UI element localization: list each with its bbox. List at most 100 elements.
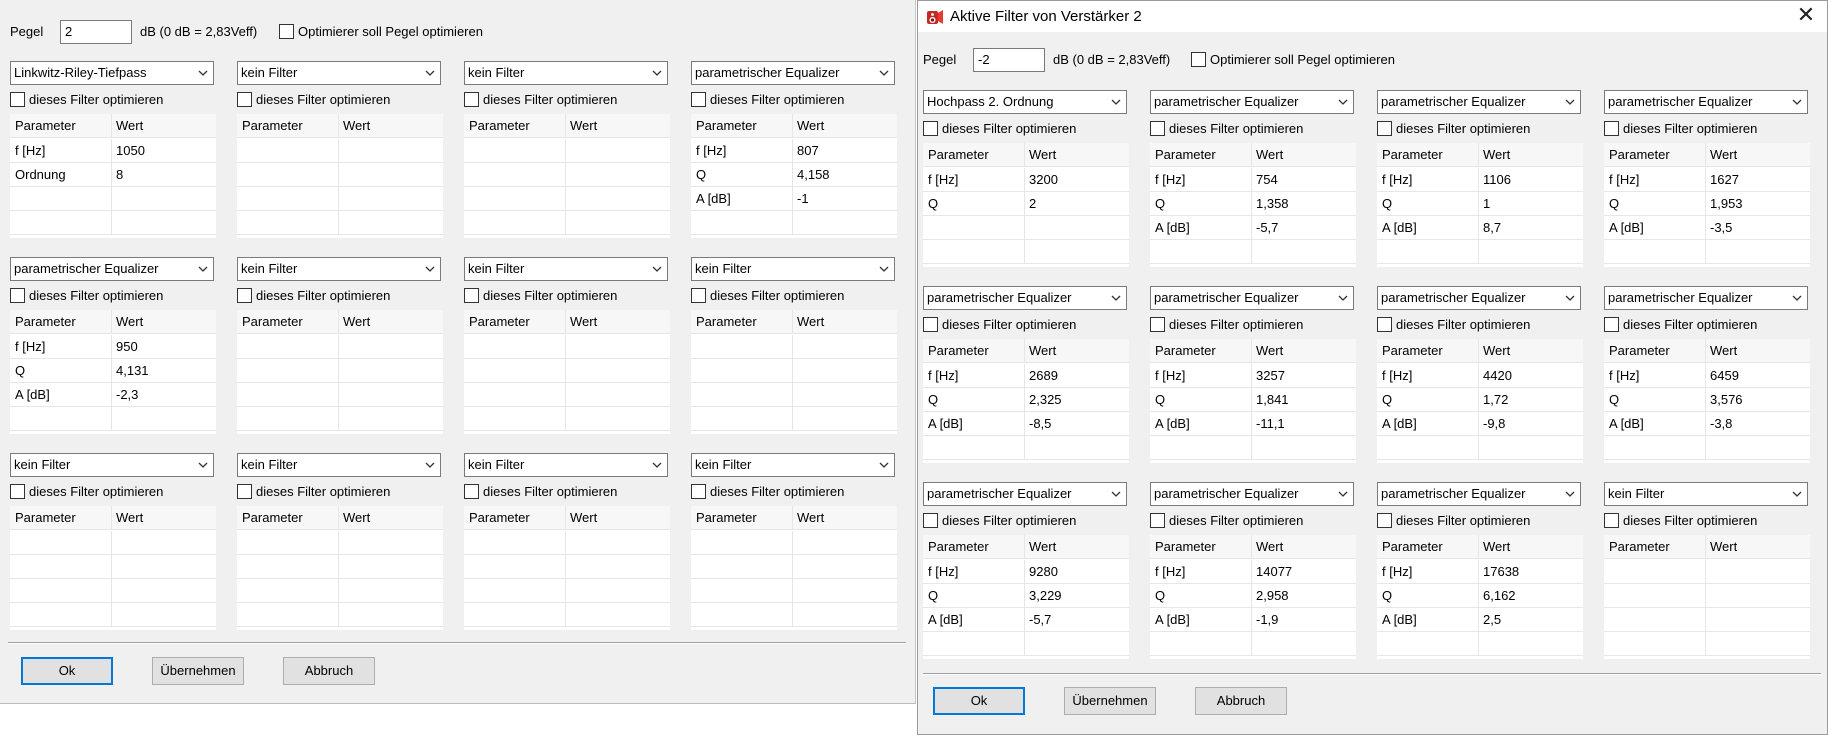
table-row[interactable]: f [Hz] 950 bbox=[10, 335, 216, 359]
table-row[interactable]: Q 1,358 bbox=[1150, 192, 1356, 216]
table-row[interactable]: Q 1,841 bbox=[1150, 388, 1356, 412]
table-row[interactable]: A [dB] -1 bbox=[691, 187, 897, 211]
filter-type-select[interactable]: parametrischer Equalizer bbox=[1150, 482, 1354, 506]
value-cell[interactable] bbox=[339, 555, 443, 579]
optimize-filter-checkbox[interactable] bbox=[464, 92, 479, 107]
table-row[interactable]: Q1 bbox=[1377, 192, 1583, 216]
table-row[interactable]: A [dB] -5,7 bbox=[923, 608, 1129, 632]
filter-type-select[interactable]: kein Filter bbox=[10, 453, 214, 477]
table-row[interactable] bbox=[10, 531, 216, 555]
cancel-button[interactable]: Abbruch bbox=[283, 657, 375, 685]
filter-type-select[interactable]: kein Filter bbox=[237, 61, 441, 85]
optimize-filter-checkbox[interactable] bbox=[1150, 513, 1165, 528]
table-row[interactable] bbox=[237, 531, 443, 555]
value-cell[interactable] bbox=[339, 531, 443, 555]
value-cell[interactable]: -8,5 bbox=[1025, 412, 1129, 436]
table-row[interactable] bbox=[691, 407, 897, 431]
optimize-filter-checkbox[interactable] bbox=[1604, 317, 1619, 332]
table-row[interactable] bbox=[10, 187, 216, 211]
optimize-filter-checkbox[interactable] bbox=[10, 288, 25, 303]
value-cell[interactable]: 2,325 bbox=[1025, 388, 1129, 412]
value-cell[interactable]: 17638 bbox=[1479, 560, 1583, 584]
value-cell[interactable]: 1,953 bbox=[1706, 192, 1810, 216]
value-cell[interactable]: 2,5 bbox=[1479, 608, 1583, 632]
filter-type-select[interactable]: Hochpass 2. Ordnung bbox=[923, 90, 1127, 114]
value-cell[interactable] bbox=[1252, 436, 1356, 460]
table-row[interactable]: Ordnung 8 bbox=[10, 163, 216, 187]
table-row[interactable] bbox=[237, 383, 443, 407]
table-row[interactable] bbox=[10, 211, 216, 235]
value-cell[interactable] bbox=[1706, 584, 1810, 608]
table-row[interactable]: f [Hz] 17638 bbox=[1377, 560, 1583, 584]
value-cell[interactable] bbox=[793, 555, 897, 579]
table-row[interactable] bbox=[691, 211, 897, 235]
value-cell[interactable] bbox=[1706, 240, 1810, 264]
filter-type-select[interactable]: parametrischer Equalizer bbox=[10, 257, 214, 281]
table-row[interactable] bbox=[10, 579, 216, 603]
table-row[interactable]: f [Hz] 807 bbox=[691, 139, 897, 163]
table-row[interactable] bbox=[1150, 240, 1356, 264]
filter-type-select[interactable]: kein Filter bbox=[464, 453, 668, 477]
title-bar[interactable]: Aktive Filter von Verstärker 2 ✕ bbox=[918, 1, 1827, 32]
value-cell[interactable] bbox=[566, 407, 670, 431]
value-cell[interactable] bbox=[1479, 632, 1583, 656]
value-cell[interactable]: 9280 bbox=[1025, 560, 1129, 584]
table-row[interactable]: f [Hz] 4420 bbox=[1377, 364, 1583, 388]
table-row[interactable] bbox=[691, 603, 897, 627]
value-cell[interactable]: 754 bbox=[1252, 168, 1356, 192]
value-cell[interactable] bbox=[339, 335, 443, 359]
pegel-input[interactable]: -2 bbox=[973, 48, 1045, 72]
ok-button[interactable]: Ok bbox=[21, 657, 113, 685]
value-cell[interactable]: 950 bbox=[112, 335, 216, 359]
table-row[interactable] bbox=[10, 407, 216, 431]
table-row[interactable]: A [dB] -3,5 bbox=[1604, 216, 1810, 240]
value-cell[interactable] bbox=[566, 579, 670, 603]
table-row[interactable]: f [Hz] 754 bbox=[1150, 168, 1356, 192]
table-row[interactable] bbox=[237, 603, 443, 627]
table-row[interactable] bbox=[923, 632, 1129, 656]
value-cell[interactable] bbox=[1706, 608, 1810, 632]
optimize-filter-checkbox[interactable] bbox=[1150, 317, 1165, 332]
table-row[interactable] bbox=[1377, 436, 1583, 460]
ok-button[interactable]: Ok bbox=[933, 687, 1025, 715]
table-row[interactable] bbox=[464, 531, 670, 555]
table-row[interactable] bbox=[237, 211, 443, 235]
value-cell[interactable] bbox=[566, 383, 670, 407]
optimize-filter-checkbox[interactable] bbox=[923, 317, 938, 332]
value-cell[interactable]: 2,958 bbox=[1252, 584, 1356, 608]
value-cell[interactable]: 3257 bbox=[1252, 364, 1356, 388]
table-row[interactable] bbox=[1604, 632, 1810, 656]
filter-type-select[interactable]: kein Filter bbox=[1604, 482, 1808, 506]
value-cell[interactable] bbox=[566, 139, 670, 163]
table-row[interactable]: Q 2,325 bbox=[923, 388, 1129, 412]
table-row[interactable] bbox=[923, 436, 1129, 460]
value-cell[interactable] bbox=[1025, 240, 1129, 264]
table-row[interactable] bbox=[237, 555, 443, 579]
value-cell[interactable] bbox=[793, 531, 897, 555]
table-row[interactable] bbox=[1377, 632, 1583, 656]
value-cell[interactable] bbox=[112, 407, 216, 431]
table-row[interactable]: A [dB] -1,9 bbox=[1150, 608, 1356, 632]
table-row[interactable]: A [dB] -8,5 bbox=[923, 412, 1129, 436]
value-cell[interactable] bbox=[339, 579, 443, 603]
value-cell[interactable] bbox=[339, 359, 443, 383]
value-cell[interactable]: 4,158 bbox=[793, 163, 897, 187]
value-cell[interactable] bbox=[566, 359, 670, 383]
value-cell[interactable] bbox=[1706, 632, 1810, 656]
filter-type-select[interactable]: parametrischer Equalizer bbox=[1377, 482, 1581, 506]
value-cell[interactable]: -3,5 bbox=[1706, 216, 1810, 240]
table-row[interactable] bbox=[691, 531, 897, 555]
table-row[interactable] bbox=[464, 407, 670, 431]
value-cell[interactable] bbox=[1706, 560, 1810, 584]
value-cell[interactable]: 1627 bbox=[1706, 168, 1810, 192]
table-row[interactable]: A [dB] -5,7 bbox=[1150, 216, 1356, 240]
table-row[interactable]: A [dB] 2,5 bbox=[1377, 608, 1583, 632]
optimize-filter-checkbox[interactable] bbox=[10, 484, 25, 499]
table-row[interactable]: Q 1,953 bbox=[1604, 192, 1810, 216]
table-row[interactable] bbox=[464, 603, 670, 627]
table-row[interactable] bbox=[1377, 240, 1583, 264]
table-row[interactable]: Q 4,131 bbox=[10, 359, 216, 383]
table-row[interactable]: f [Hz] 9280 bbox=[923, 560, 1129, 584]
value-cell[interactable]: 2689 bbox=[1025, 364, 1129, 388]
table-row[interactable] bbox=[691, 383, 897, 407]
